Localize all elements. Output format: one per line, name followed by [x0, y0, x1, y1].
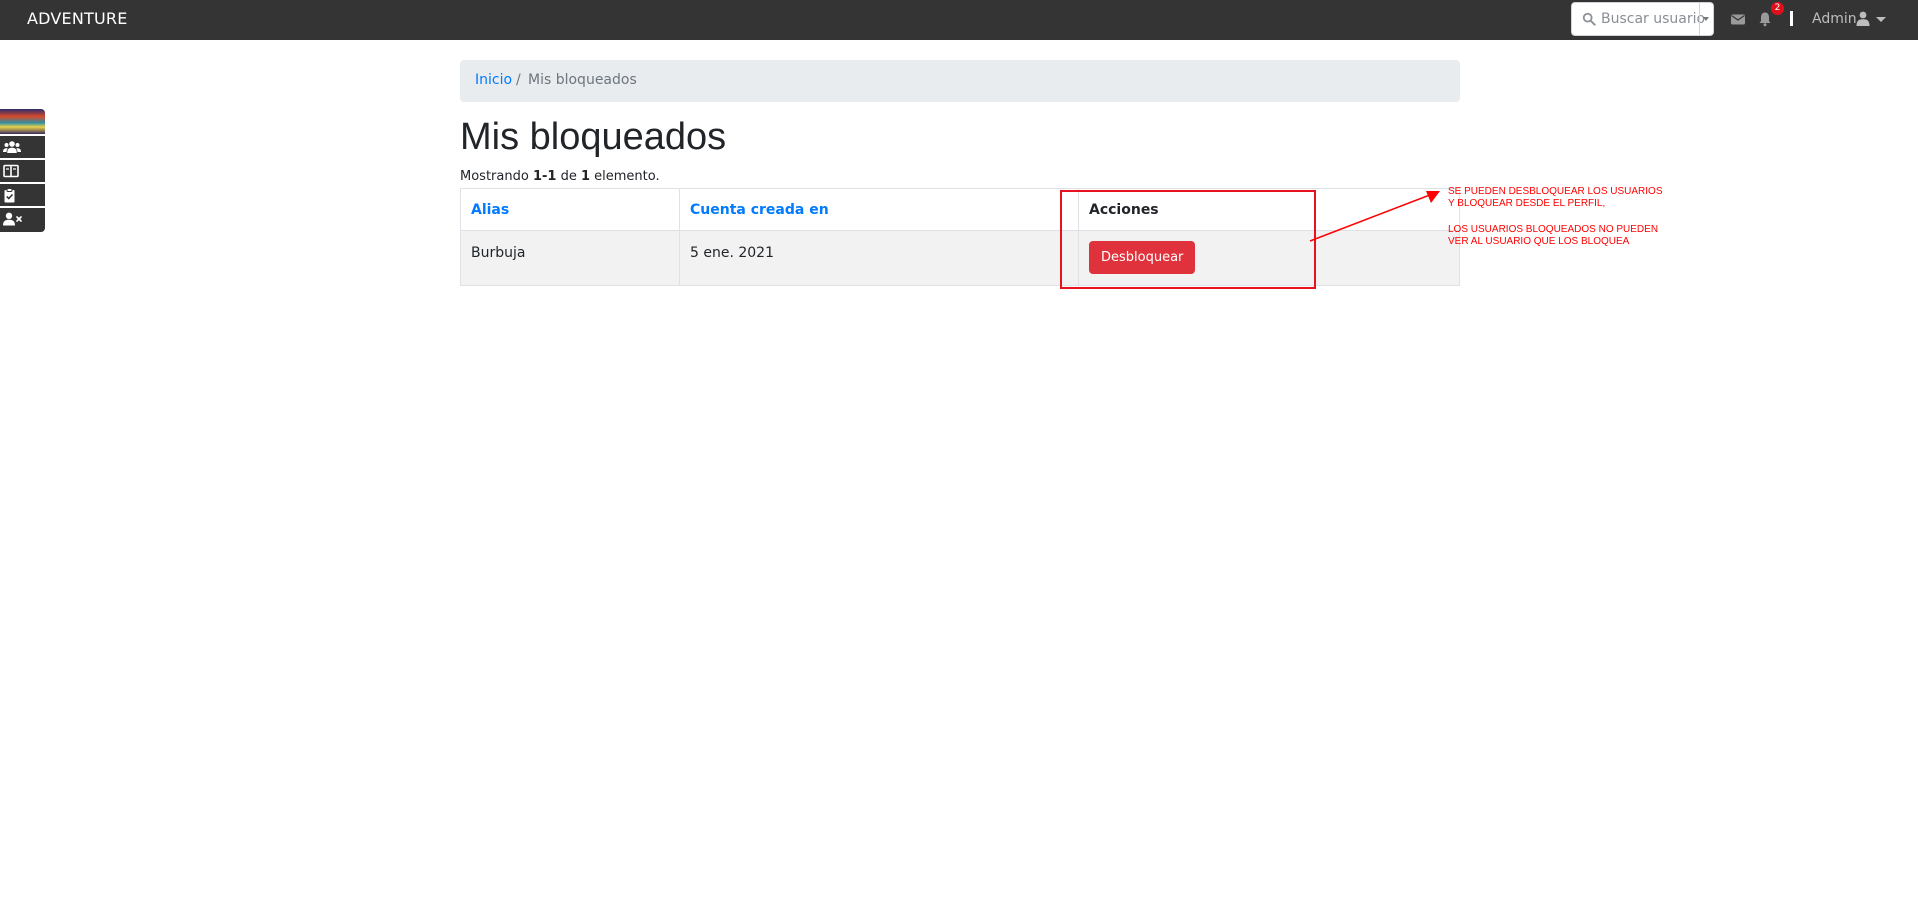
- sidebar-item-guide[interactable]: [0, 160, 45, 184]
- summary-range: 1-1: [532, 169, 557, 184]
- brand-logo[interactable]: ADVENTURE: [27, 9, 128, 28]
- caret-down-icon: [1703, 17, 1709, 21]
- breadcrumb-separator: /: [516, 72, 521, 88]
- results-summary: Mostrando 1-1 de 1 elemento.: [460, 169, 660, 184]
- annotation-arrow: [1309, 191, 1440, 242]
- sidebar-item-blocked[interactable]: [0, 208, 45, 232]
- annotation-highlight-box: [1060, 190, 1316, 289]
- bell-icon[interactable]: [1757, 11, 1773, 27]
- annotation-line-1: SE PUEDEN DESBLOQUEAR LOS USUARIOS: [1448, 186, 1663, 197]
- user-search-box[interactable]: Buscar usuario: [1571, 2, 1714, 36]
- user-menu-caret-icon[interactable]: [1876, 17, 1886, 22]
- top-navbar: ADVENTURE Buscar usuario 2 Admin: [0, 0, 1918, 40]
- search-input[interactable]: Buscar usuario: [1601, 11, 1705, 27]
- breadcrumb: Inicio / Mis bloqueados: [460, 60, 1460, 102]
- users-icon: [3, 141, 21, 153]
- breadcrumb-current: Mis bloqueados: [528, 72, 637, 88]
- envelope-icon[interactable]: [1730, 11, 1746, 27]
- summary-prefix: Mostrando: [460, 169, 533, 184]
- floating-sidebar: [0, 109, 45, 232]
- cell-alias: Burbuja: [460, 230, 680, 286]
- search-icon: [1582, 12, 1596, 26]
- book-open-icon: [3, 164, 19, 178]
- clipboard-check-icon: [4, 188, 15, 203]
- search-dropdown-toggle[interactable]: [1699, 3, 1713, 35]
- notification-badge: 2: [1771, 2, 1784, 15]
- annotation-note: SE PUEDEN DESBLOQUEAR LOS USUARIOS Y BLOQ…: [1448, 186, 1678, 248]
- sidebar-item-tasks[interactable]: [0, 184, 45, 208]
- navbar-divider: [1790, 11, 1793, 26]
- annotation-line-4: VER AL USUARIO QUE LOS BLOQUEA: [1448, 236, 1630, 247]
- sidebar-item-friends[interactable]: [0, 136, 45, 160]
- column-header-created[interactable]: Cuenta creada en: [679, 188, 1079, 231]
- annotation-line-2: Y BLOQUEAR DESDE EL PERFIL,: [1448, 198, 1606, 209]
- column-header-alias[interactable]: Alias: [460, 188, 680, 231]
- user-times-icon: [3, 212, 22, 226]
- page-title: Mis bloqueados: [460, 116, 727, 158]
- sidebar-banner-image[interactable]: [0, 109, 45, 136]
- summary-suffix: elemento.: [590, 169, 660, 184]
- cell-created: 5 ene. 2021: [679, 230, 1079, 286]
- annotation-line-3: LOS USUARIOS BLOQUEADOS NO PUEDEN: [1448, 224, 1659, 235]
- breadcrumb-home-link[interactable]: Inicio: [475, 72, 512, 88]
- summary-total: 1: [580, 169, 590, 184]
- summary-of: de: [556, 169, 581, 184]
- user-icon[interactable]: [1856, 11, 1870, 26]
- user-menu-label[interactable]: Admin: [1812, 11, 1857, 27]
